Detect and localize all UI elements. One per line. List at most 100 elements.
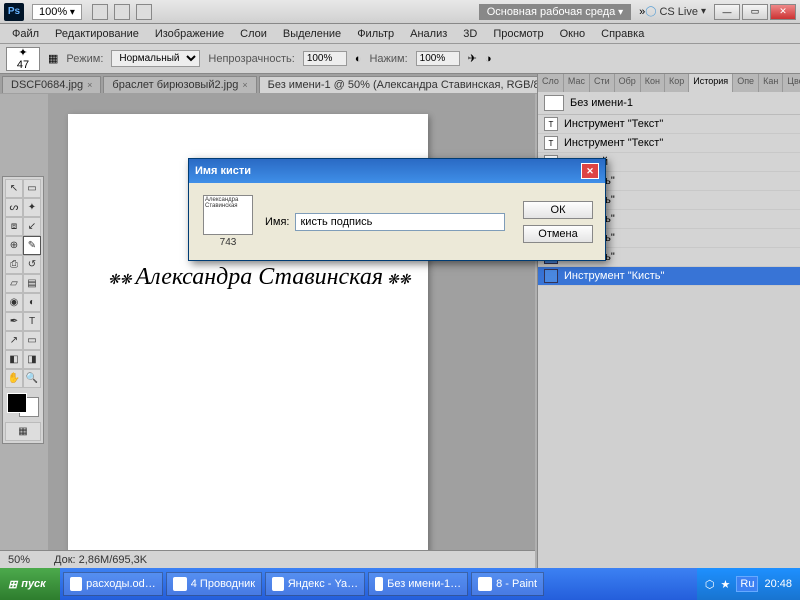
- taskbar-button[interactable]: Яндекс - Ya…: [265, 572, 365, 596]
- menu-3d[interactable]: 3D: [455, 26, 485, 42]
- blend-mode-select[interactable]: Нормальный: [111, 50, 200, 67]
- dialog-titlebar[interactable]: Имя кисти ✕: [189, 159, 605, 183]
- brush-preset-picker[interactable]: ✦47: [6, 47, 40, 71]
- foreground-color[interactable]: [7, 393, 27, 413]
- options-bar: ✦47 ▦ Режим: Нормальный Непрозрачность: …: [0, 44, 800, 74]
- stamp-tool[interactable]: ⎙: [5, 255, 23, 274]
- wand-tool[interactable]: ✦: [23, 198, 41, 217]
- panel-tab[interactable]: Кор: [665, 74, 689, 92]
- 3d-tool[interactable]: ◧: [5, 350, 23, 369]
- workspace-switcher[interactable]: Основная рабочая среда ▾: [479, 4, 631, 20]
- pen-tool[interactable]: ✒: [5, 312, 23, 331]
- taskbar-button[interactable]: Без имени-1…: [368, 572, 468, 596]
- menu-filter[interactable]: Фильтр: [349, 26, 402, 42]
- status-docinfo[interactable]: Док: 2,86M/695,3K: [54, 554, 147, 566]
- clock[interactable]: 20:48: [764, 578, 792, 590]
- start-button[interactable]: ⊞пуск: [0, 568, 60, 600]
- history-item[interactable]: TИнструмент "Текст": [538, 134, 800, 153]
- menu-analysis[interactable]: Анализ: [402, 26, 455, 42]
- history-brush-tool[interactable]: ↺: [23, 255, 41, 274]
- heal-tool[interactable]: ⊕: [5, 236, 23, 255]
- brush-name-input[interactable]: [295, 213, 505, 231]
- panel-tab[interactable]: Сти: [590, 74, 615, 92]
- status-zoom[interactable]: 50%: [8, 554, 30, 566]
- panel-tab[interactable]: Кон: [641, 74, 665, 92]
- cancel-button[interactable]: Отмена: [523, 225, 593, 243]
- dialog-close-button[interactable]: ✕: [581, 163, 599, 179]
- marquee-tool[interactable]: ▭: [23, 179, 41, 198]
- type-tool[interactable]: T: [23, 312, 41, 331]
- blur-tool[interactable]: ◉: [5, 293, 23, 312]
- tray-icon[interactable]: ★: [721, 578, 731, 591]
- menu-window[interactable]: Окно: [552, 26, 594, 42]
- panel-tab[interactable]: Цвет: [783, 74, 800, 92]
- flow-input[interactable]: [416, 51, 460, 66]
- flow-label: Нажим:: [369, 53, 407, 65]
- menu-image[interactable]: Изображение: [147, 26, 232, 42]
- minimize-button[interactable]: —: [714, 4, 740, 20]
- menu-select[interactable]: Выделение: [275, 26, 349, 42]
- 3d-cam-tool[interactable]: ◨: [23, 350, 41, 369]
- document-tabs: DSCF0684.jpg× браслет бирюзовый2.jpg× Бе…: [0, 74, 571, 94]
- taskbar-button[interactable]: 8 - Paint: [471, 572, 544, 596]
- lasso-tool[interactable]: ᔕ: [5, 198, 23, 217]
- panel-tab[interactable]: Опе: [733, 74, 759, 92]
- panel-tab[interactable]: Сло: [538, 74, 564, 92]
- pressure-size-icon[interactable]: ◑: [485, 53, 492, 65]
- menu-view[interactable]: Просмотр: [485, 26, 551, 42]
- menu-help[interactable]: Справка: [593, 26, 652, 42]
- doc-tab[interactable]: DSCF0684.jpg×: [2, 76, 101, 93]
- move-tool[interactable]: ↖: [5, 179, 23, 198]
- tray-icon[interactable]: ⬡: [705, 578, 715, 591]
- panel-tab[interactable]: Кан: [759, 74, 783, 92]
- close-button[interactable]: ✕: [770, 4, 796, 20]
- brush-tool[interactable]: ✎: [23, 236, 41, 255]
- eraser-tool[interactable]: ▱: [5, 274, 23, 293]
- system-tray: ⬡ ★ Ru 20:48: [697, 568, 800, 600]
- close-icon[interactable]: ×: [242, 80, 247, 90]
- taskbar-button[interactable]: расходы.od…: [63, 572, 163, 596]
- cs-live-button[interactable]: CS Live ▾: [645, 6, 706, 18]
- panel-tab-history[interactable]: История: [689, 74, 733, 92]
- app-icon: [375, 577, 383, 591]
- photoshop-icon: Ps: [4, 3, 24, 21]
- brush-preview-thumb: Александра Ставинская: [203, 195, 253, 235]
- language-indicator[interactable]: Ru: [736, 576, 758, 592]
- extras-icon[interactable]: [136, 4, 152, 20]
- pressure-opacity-icon[interactable]: ◐: [355, 53, 362, 65]
- ok-button[interactable]: ОК: [523, 201, 593, 219]
- shape-tool[interactable]: ▭: [23, 331, 41, 350]
- close-icon[interactable]: ×: [87, 80, 92, 90]
- menu-edit[interactable]: Редактирование: [47, 26, 147, 42]
- menu-file[interactable]: Файл: [4, 26, 47, 42]
- doc-tab-active[interactable]: Без имени-1 @ 50% (Александра Ставинская…: [259, 76, 569, 93]
- gradient-tool[interactable]: ▤: [23, 274, 41, 293]
- zoom-tool[interactable]: 🔍: [23, 369, 41, 388]
- doc-tab[interactable]: браслет бирюзовый2.jpg×: [103, 76, 256, 93]
- zoom-level-box[interactable]: 100% ▾: [32, 4, 82, 20]
- arrange-icon[interactable]: [92, 4, 108, 20]
- dodge-tool[interactable]: ◐: [23, 293, 41, 312]
- airbrush-icon[interactable]: ✈: [468, 52, 477, 65]
- maximize-button[interactable]: ▭: [742, 4, 768, 20]
- history-item[interactable]: TИнструмент "Текст": [538, 115, 800, 134]
- path-tool[interactable]: ↗: [5, 331, 23, 350]
- history-snapshot[interactable]: Без имени-1: [538, 92, 800, 115]
- status-bar: 50% Док: 2,86M/695,3K: [0, 550, 535, 568]
- opacity-input[interactable]: [303, 51, 347, 66]
- panel-tab[interactable]: Обр: [615, 74, 641, 92]
- panel-tab[interactable]: Мас: [564, 74, 590, 92]
- eyedropper-tool[interactable]: ↙: [23, 217, 41, 236]
- hand-tool[interactable]: ✋: [5, 369, 23, 388]
- quickmask-toggle[interactable]: ▦: [5, 422, 41, 441]
- color-swatches[interactable]: [5, 391, 41, 419]
- crop-tool[interactable]: ⧈: [5, 217, 23, 236]
- menu-layers[interactable]: Слои: [232, 26, 275, 42]
- screen-mode-icon[interactable]: [114, 4, 130, 20]
- history-item-selected[interactable]: Инструмент "Кисть": [538, 267, 800, 286]
- panels-right: Сло Мас Сти Обр Кон Кор История Опе Кан …: [537, 74, 800, 568]
- menubar: Файл Редактирование Изображение Слои Выд…: [0, 24, 800, 44]
- snapshot-thumb-icon: [544, 95, 564, 111]
- taskbar-button[interactable]: 4 Проводник: [166, 572, 262, 596]
- brush-panel-icon[interactable]: ▦: [48, 52, 58, 65]
